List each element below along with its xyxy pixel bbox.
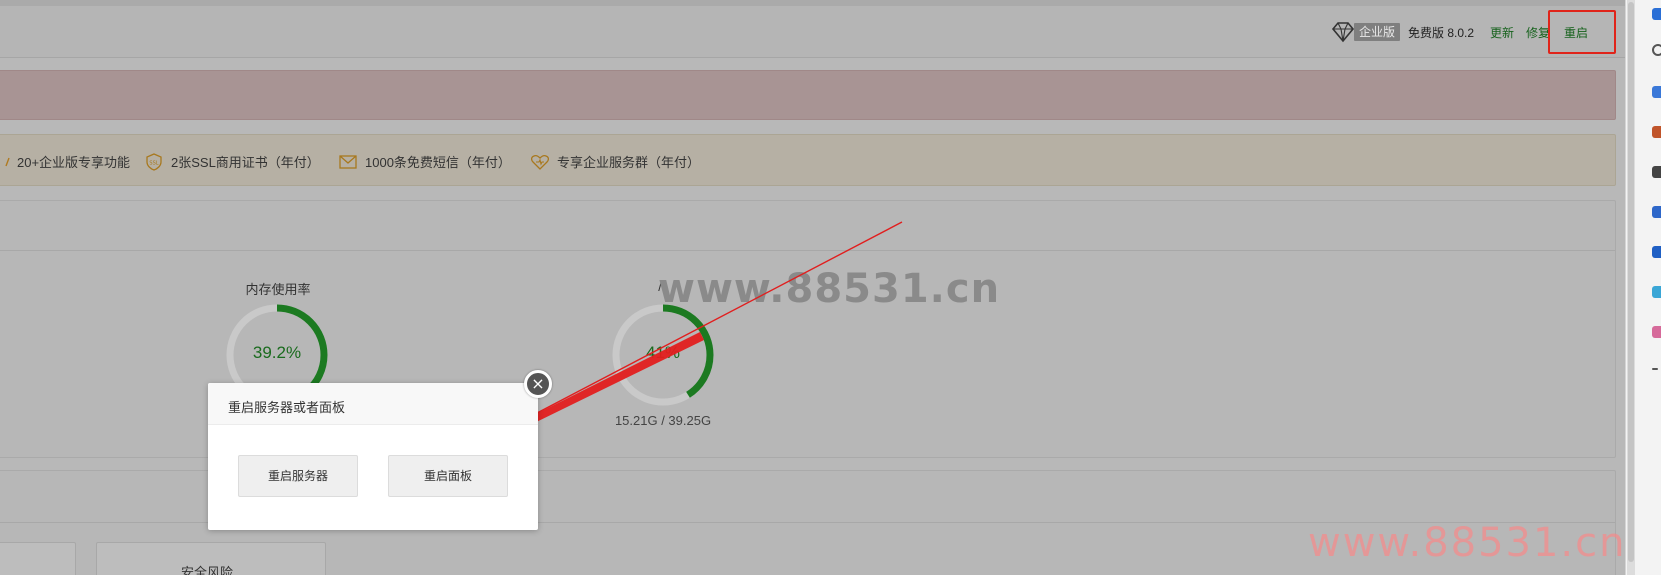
feature-item: 1000条免费短信（年付）	[339, 152, 511, 171]
disk-percent: 41%	[645, 343, 681, 362]
feature-item: 20+企业版专享功能	[3, 152, 130, 171]
alert-banner: .	[0, 70, 1616, 120]
feature-item: 专享企业服务群（年付）	[531, 152, 700, 171]
memory-gauge-title: 内存使用率	[245, 282, 311, 297]
ssl-shield-icon: SSL	[145, 152, 163, 171]
enterprise-features-bar: 20+企业版专享功能 SSL 2张SSL商用证书（年付） 1000条免费短信（年…	[0, 134, 1616, 186]
enterprise-badge[interactable]: 企业版	[1354, 23, 1401, 41]
sidebar-divider	[1652, 368, 1658, 370]
update-link[interactable]: 更新	[1490, 24, 1514, 41]
watermark-center: www.88531.cn	[658, 266, 1001, 312]
top-header: 企业版 免费版 8.0.2 更新 修复 重启	[0, 0, 1625, 58]
sidebar-app-icon[interactable]	[1652, 86, 1661, 98]
overview-card[interactable]	[0, 542, 76, 575]
memory-percent: 39.2%	[252, 343, 302, 362]
sidebar-app-icon[interactable]	[1652, 8, 1661, 20]
sidebar-app-icon[interactable]	[1652, 206, 1661, 218]
sidebar-app-icon[interactable]	[1652, 126, 1661, 138]
status-panel-header	[0, 201, 1615, 251]
disk-usage: 15.21G / 39.25G	[614, 413, 712, 428]
restart-dialog: 重启服务器或者面板 × 重启服务器 重启面板	[208, 370, 552, 530]
svg-text:SSL: SSL	[149, 160, 158, 166]
feature-item: SSL 2张SSL商用证书（年付）	[145, 152, 320, 171]
sidebar-app-icon[interactable]	[1652, 286, 1661, 298]
restart-server-button[interactable]: 重启服务器	[238, 455, 358, 497]
version-label: 免费版 8.0.2	[1408, 26, 1475, 40]
sidebar-app-icon[interactable]	[1652, 246, 1661, 258]
repair-link[interactable]: 修复	[1526, 24, 1550, 41]
security-risk-label: 安全风险	[181, 565, 234, 575]
sidebar-app-icon[interactable]	[1652, 326, 1661, 338]
restart-dialog-header: 重启服务器或者面板	[208, 383, 538, 425]
diamond-icon	[1331, 22, 1355, 43]
close-icon[interactable]: ×	[524, 370, 552, 398]
restart-dialog-title: 重启服务器或者面板	[228, 400, 346, 415]
watermark-corner: www.88531.cn	[1308, 520, 1627, 566]
restart-highlight-box	[1548, 10, 1616, 54]
check-icon	[3, 153, 11, 171]
top-strip	[0, 0, 1625, 6]
restart-panel-button[interactable]: 重启面板	[388, 455, 508, 497]
search-icon[interactable]	[1652, 44, 1661, 56]
sidebar-app-icon[interactable]	[1652, 166, 1661, 178]
mail-icon	[339, 153, 357, 171]
heart-service-icon	[531, 153, 549, 171]
scrollbar-thumb[interactable]	[1628, 2, 1634, 562]
